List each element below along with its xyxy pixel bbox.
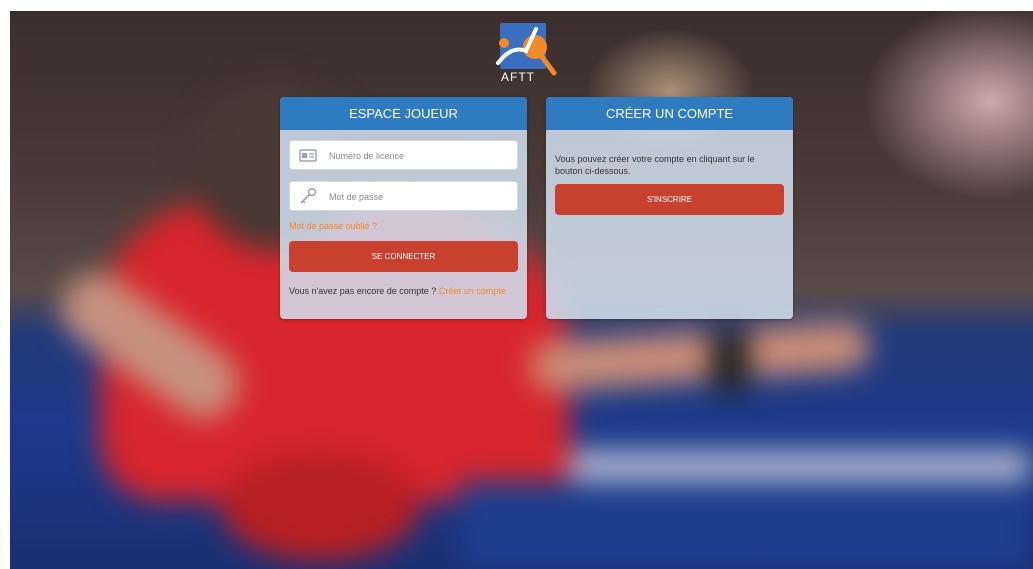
player-arm-shape — [528, 319, 872, 393]
wristband-shape — [710, 331, 750, 391]
register-card: CRÉER UN COMPTE Vous pouvez créer votre … — [546, 97, 793, 319]
login-card-title: ESPACE JOUEUR — [280, 97, 527, 130]
register-description: Vous pouvez créer votre compte en cliqua… — [555, 154, 755, 176]
id-card-icon — [299, 149, 317, 162]
racket-shape — [220, 451, 420, 561]
password-field[interactable] — [289, 181, 518, 213]
key-icon — [300, 187, 317, 204]
login-button[interactable]: SE CONNECTER — [289, 241, 518, 272]
create-account-link[interactable]: Créer un compte — [439, 286, 506, 296]
password-input[interactable] — [327, 181, 511, 213]
register-card-title: CRÉER UN COMPTE — [546, 97, 793, 130]
no-account-text: Vous n'avez pas encore de compte ? Créer… — [289, 285, 518, 297]
login-card: ESPACE JOUEUR Mot de passe oublié ? SE C… — [280, 97, 527, 319]
license-field[interactable] — [289, 140, 518, 172]
register-button[interactable]: S'INSCRIRE — [555, 184, 784, 215]
no-account-label: Vous n'avez pas encore de compte ? — [289, 286, 437, 296]
forgot-password-link[interactable]: Mot de passe oublié ? — [289, 221, 377, 231]
license-input[interactable] — [327, 140, 511, 172]
logo-text: AFTT — [501, 70, 535, 84]
table-shape — [460, 481, 1033, 569]
